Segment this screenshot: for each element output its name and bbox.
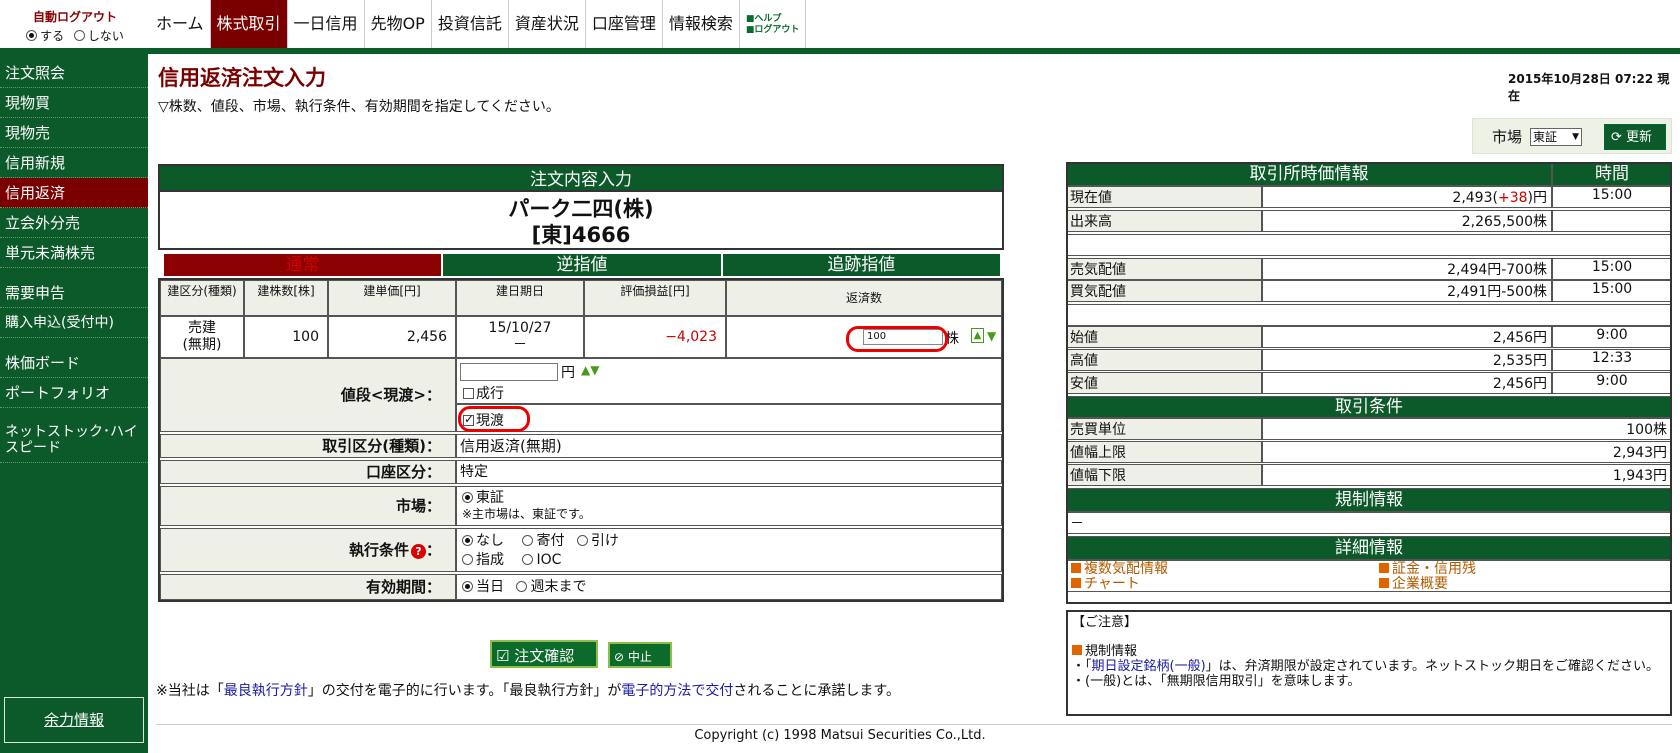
disc-e: されることに承諾します。 xyxy=(733,683,900,699)
logout-on-label: する xyxy=(40,29,65,43)
disc-c: 」の交付を電子的に行います。「最良執行方針」が xyxy=(307,683,622,699)
refresh-button[interactable]: ⟳ 更新 xyxy=(1604,124,1666,150)
sidebar-item-cash-buy[interactable]: 現物買 xyxy=(0,88,148,118)
nav-search[interactable]: 情報検索 xyxy=(663,0,740,48)
sidebar-item-order-inquiry[interactable]: 注文照会 xyxy=(0,58,148,88)
sidebar-item-margin-repay[interactable]: 信用返済 xyxy=(0,178,148,208)
tab-normal[interactable]: 通常 xyxy=(164,254,442,276)
nav-futures[interactable]: 先物OP xyxy=(365,0,432,48)
notice-box: 【ご注意】 規制情報 ・「期日設定銘柄(一般)」は、弁済期限が設定されています。… xyxy=(1066,610,1672,716)
stock-name: パーク二四(株) xyxy=(508,197,654,221)
sidebar-item-purchase[interactable]: 購入申込(受付中) xyxy=(0,308,148,338)
stock-code: [東]4666 xyxy=(531,223,631,247)
check-icon: ☑ xyxy=(496,647,515,665)
confirm-order-button[interactable]: ☑ 注文確認 xyxy=(490,640,598,668)
page-title: 信用返済注文入力 xyxy=(158,66,326,90)
notice-sub: 規制情報 xyxy=(1085,644,1138,659)
nav-assets[interactable]: 資産状況 xyxy=(509,0,586,48)
stock-info: パーク二四(株) [東]4666 xyxy=(158,192,1004,250)
top-nav: ホーム 株式取引 一日信用 先物OP 投資信託 資産状況 口座管理 情報検索 ■… xyxy=(150,0,807,48)
sidebar: 注文照会 現物買 現物売 信用新規 信用返済 立会外分売 単元未満株売 需要申告… xyxy=(0,54,148,753)
notice-l2: ・(一般)とは、「無期限信用取引」を意味します。 xyxy=(1072,674,1361,689)
cancel-label: 中止 xyxy=(627,650,652,664)
notice-l1a: ・「 xyxy=(1072,659,1092,674)
nav-account[interactable]: 口座管理 xyxy=(586,0,663,48)
market-select[interactable]: 東証 xyxy=(1530,128,1582,146)
logout-off-radio[interactable] xyxy=(73,30,85,41)
best-exec-link[interactable]: 最良執行方針 xyxy=(224,683,308,699)
disclaimer: ※当社は「最良執行方針」の交付を電子的に行います。「最良執行方針」が電子的方法で… xyxy=(156,680,900,700)
sidebar-item-margin-new[interactable]: 信用新規 xyxy=(0,148,148,178)
sidebar-item-board[interactable]: 株価ボード xyxy=(0,348,148,378)
auto-logout-title: 自動ログアウト xyxy=(32,10,117,24)
top-divider xyxy=(0,48,1680,54)
notice-title: 【ご注意】 xyxy=(1072,615,1138,630)
cancel-button[interactable]: ⊘ 中止 xyxy=(608,642,672,668)
sidebar-item-cash-sell[interactable]: 現物売 xyxy=(0,118,148,148)
order-type-tabs: 通常 逆指値 追跡指値 xyxy=(164,254,1000,276)
order-table-border xyxy=(158,278,1004,602)
notice-l1c: 」は、弁済期限が設定されています。ネットストック期日をご確認ください。 xyxy=(1205,659,1659,674)
market-label: 市場 xyxy=(1492,128,1523,146)
disc-a: ※当社は「 xyxy=(156,683,224,699)
confirm-label: 注文確認 xyxy=(514,647,575,665)
nav-daytrade[interactable]: 一日信用 xyxy=(288,0,365,48)
cancel-icon: ⊘ xyxy=(614,650,628,664)
sidebar-item-portfolio[interactable]: ポートフォリオ xyxy=(0,378,148,408)
copyright: Copyright (c) 1998 Matsui Securities Co.… xyxy=(694,728,986,743)
right-panel-border xyxy=(1066,162,1672,604)
logout-link[interactable]: ■ログアウト xyxy=(746,25,800,36)
tab-stop[interactable]: 逆指値 xyxy=(443,254,721,276)
help-logout-links[interactable]: ■ヘルプ ■ログアウト xyxy=(740,0,807,48)
logout-on-radio[interactable] xyxy=(26,30,38,41)
nav-home[interactable]: ホーム xyxy=(150,0,211,48)
electronic-link[interactable]: 電子的方法で交付 xyxy=(621,683,733,699)
auto-logout: 自動ログアウト する しない xyxy=(0,0,150,50)
sidebar-item-offfloor[interactable]: 立会外分売 xyxy=(0,208,148,238)
nav-stock[interactable]: 株式取引 xyxy=(210,0,288,48)
logout-off-label: しない xyxy=(87,29,124,43)
refresh-label: 更新 xyxy=(1626,130,1653,145)
tab-trailing[interactable]: 追跡指値 xyxy=(722,254,1000,276)
help-link[interactable]: ■ヘルプ xyxy=(746,14,800,25)
nav-funds[interactable]: 投資信託 xyxy=(432,0,509,48)
refresh-icon: ⟳ xyxy=(1611,130,1627,145)
order-input-header: 注文内容入力 xyxy=(158,164,1004,192)
sidebar-item-demand[interactable]: 需要申告 xyxy=(0,278,148,308)
footer-divider xyxy=(156,724,1672,725)
square-icon xyxy=(1072,645,1082,655)
sidebar-item-netstock[interactable]: ネットストック･ハイスピード xyxy=(0,418,148,463)
timestamp: 2015年10月28日 07:22 現在 xyxy=(1508,72,1670,103)
sidebar-item-oddlot[interactable]: 単元未満株売 xyxy=(0,238,148,268)
notice-expiry-link[interactable]: 期日設定銘柄(一般) xyxy=(1092,659,1206,674)
page-description: ▽株数、値段、市場、執行条件、有効期間を指定してください。 xyxy=(158,99,560,115)
